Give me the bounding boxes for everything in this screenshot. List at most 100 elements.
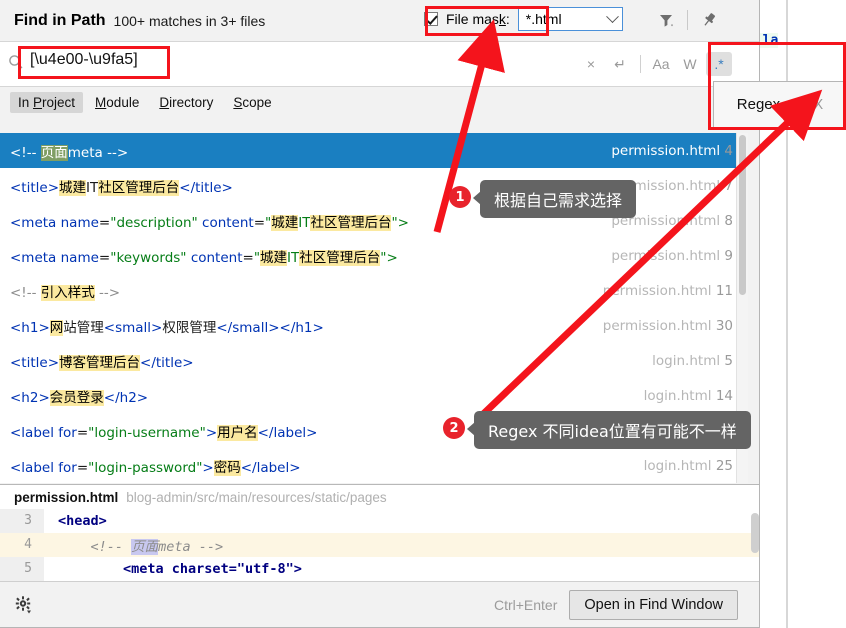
preview-line: 4 <!-- 页面meta --> (0, 533, 759, 557)
scrollbar-thumb[interactable] (739, 135, 746, 295)
code-token: </label> (240, 459, 301, 476)
code-token: "> (391, 214, 409, 231)
preview-code[interactable]: 3 <head> 4 <!-- 页面meta --> 5 <meta charset=… (0, 509, 759, 581)
preview-file-name: permission.html (14, 489, 119, 505)
result-line-number: 16 (715, 422, 733, 439)
result-line-number: 14 (715, 387, 733, 404)
result-row[interactable]: <!-- 引入样式 --> permission.html 11 (0, 273, 747, 308)
code-token: </title> (140, 354, 194, 371)
result-row[interactable]: <label for="login-username">用户名</label> l… (0, 413, 747, 448)
result-code: <!-- 引入样式 --> (10, 281, 120, 301)
result-file-label: permission.html 9 (601, 248, 733, 264)
preview-keyword: <meta charset="utf-8"> (123, 561, 302, 577)
result-row[interactable]: <title>城建IT社区管理后台</title> permission.html… (0, 168, 747, 203)
result-file-label: permission.html 4 (601, 143, 733, 159)
dialog-footer: Ctrl+Enter Open in Find Window (0, 581, 759, 627)
match-highlight: 页面 (40, 144, 68, 161)
multiline-toggle-button[interactable]: ↵ (607, 52, 633, 76)
code-token: = (98, 249, 111, 266)
result-code: <title>城建IT社区管理后台</title> (10, 176, 233, 196)
code-token: </h1> (279, 319, 324, 336)
result-file-label: login.html 5 (642, 353, 733, 369)
search-option-buttons: × ↵ Aa W .* (578, 52, 732, 76)
regex-button[interactable]: .* (706, 52, 732, 76)
code-token: > (202, 459, 214, 476)
match-highlight: 引入样式 (40, 284, 95, 301)
settings-gear-icon[interactable] (14, 595, 34, 615)
open-in-find-window-button[interactable]: Open in Find Window (569, 590, 738, 620)
result-line-number: 25 (715, 457, 733, 474)
preview-line-number: 4 (0, 533, 44, 557)
result-row[interactable]: <title>博客管理后台</title> login.html 5 (0, 343, 747, 378)
code-token: for (58, 424, 77, 441)
search-input[interactable]: [\u4e00-\u9fa5] (30, 51, 138, 69)
code-token: = (242, 249, 254, 266)
shortcut-hint: Ctrl+Enter (493, 597, 558, 613)
footer-actions: Ctrl+Enter Open in Find Window (493, 590, 759, 620)
code-token: <meta (10, 214, 61, 231)
preview-token: meta --> (158, 539, 224, 555)
code-token: > (205, 424, 218, 441)
result-code: <label for="login-password">密码</label> (10, 456, 301, 476)
preview-panel: permission.html blog-admin/src/main/reso… (0, 484, 759, 581)
match-count-label: 100+ matches in 3+ files (113, 12, 266, 29)
preview-scrollbar[interactable] (751, 513, 759, 553)
result-row[interactable]: <meta name="keywords" content="城建IT社区管理后… (0, 238, 747, 273)
result-row[interactable]: <!-- 页面meta --> permission.html 4 (0, 133, 747, 168)
header-icon-group (655, 9, 720, 31)
code-token: <label (10, 459, 59, 476)
result-line-number: 11 (715, 282, 733, 299)
filter-icon[interactable] (655, 9, 677, 31)
result-row[interactable]: <h2>会员登录</h2> login.html 14 (0, 378, 747, 413)
pin-icon[interactable] (698, 9, 720, 31)
tooltip-label: Regex (736, 96, 781, 113)
result-row[interactable]: <label for="login-password">密码</label> lo… (0, 448, 747, 483)
result-code: <label for="login-username">用户名</label> (10, 421, 317, 441)
preview-keyword: <head> (58, 513, 107, 529)
scope-tabs: In Project Module Directory Scope (0, 87, 759, 118)
code-token: 站管理 (63, 319, 104, 336)
file-mask-checkbox[interactable] (424, 12, 438, 26)
code-token: "keywords" (110, 249, 187, 266)
preview-line-number: 3 (0, 509, 44, 533)
result-line-number: 7 (724, 177, 733, 194)
match-case-button[interactable]: Aa (648, 52, 674, 76)
result-line-number: 9 (724, 247, 733, 264)
results-scrollbar[interactable] (736, 133, 748, 483)
result-file-name: permission.html (611, 212, 725, 229)
result-file-name: login.html (643, 387, 716, 404)
tab-module[interactable]: Module (87, 92, 147, 113)
result-file-label: permission.html 8 (601, 213, 733, 229)
code-token: --> (94, 284, 121, 301)
words-button[interactable]: W (677, 52, 703, 76)
file-mask-combobox[interactable]: *.html (517, 7, 623, 31)
tab-directory[interactable]: Directory (151, 92, 221, 113)
result-code: <h1>网站管理<small>权限管理</small></h1> (10, 316, 324, 336)
result-file-label: login.html 25 (634, 458, 733, 474)
preview-line: 3 <head> (0, 509, 759, 533)
result-code: <h2>会员登录</h2> (10, 386, 148, 406)
preview-line-code: <!-- 页面meta --> (44, 535, 223, 555)
result-file-label: permission.html 11 (593, 283, 733, 299)
tab-in-project[interactable]: In Project (10, 92, 84, 113)
file-mask-value: *.html (525, 11, 562, 27)
match-highlight: 博客管理后台 (59, 354, 141, 371)
code-token: "> (380, 249, 398, 266)
result-row[interactable]: <meta name="description" content="城建IT社区… (0, 203, 747, 238)
result-line-number: 5 (724, 352, 733, 369)
search-icon (8, 54, 24, 75)
page-title: Find in Path (14, 11, 106, 29)
code-token: meta --> (67, 144, 129, 161)
preview-line-number: 5 (0, 557, 44, 581)
preview-token (58, 561, 123, 577)
match-highlight: 社区管理后台 (310, 214, 392, 231)
code-token: = (76, 424, 89, 441)
code-token: <title> (10, 179, 60, 196)
clear-search-button[interactable]: × (578, 52, 604, 76)
tab-scope[interactable]: Scope (225, 92, 279, 113)
result-file-name: permission.html (602, 282, 716, 299)
code-token: = (98, 214, 111, 231)
result-row[interactable]: <h1>网站管理<small>权限管理</small></h1> permissi… (0, 308, 747, 343)
result-code: <meta name="keywords" content="城建IT社区管理后… (10, 246, 398, 266)
results-list[interactable]: <!-- 页面meta --> permission.html 4 <title>城… (0, 133, 747, 483)
